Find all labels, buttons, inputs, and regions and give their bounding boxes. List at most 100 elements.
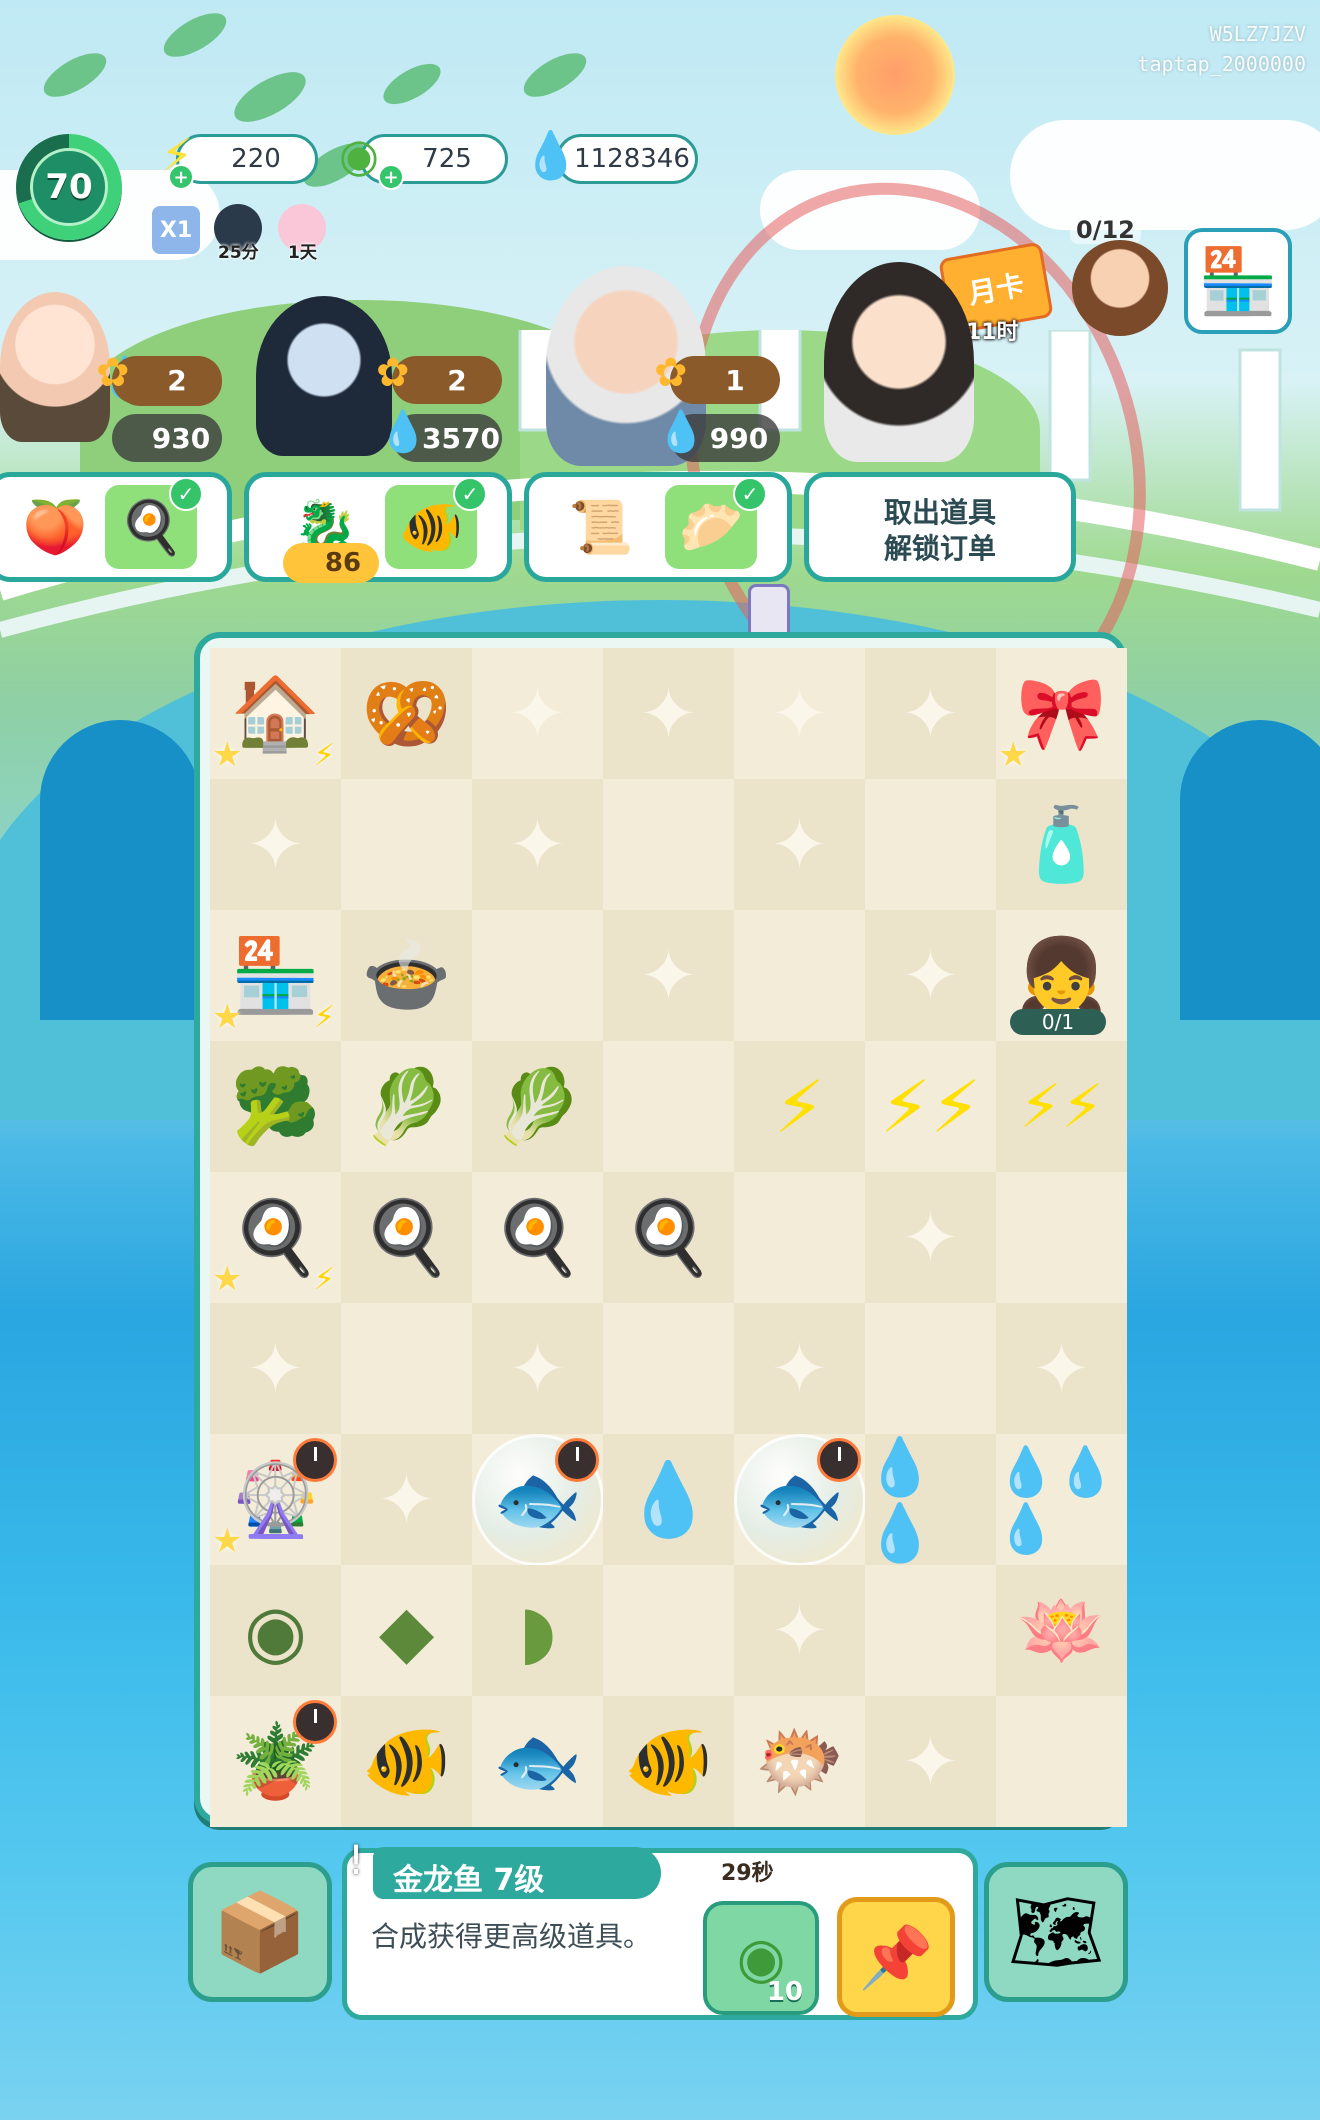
board-cell[interactable]: 🎀 ★ [996, 648, 1127, 779]
board-cell-empty[interactable] [472, 1303, 603, 1434]
energy-item-1[interactable]: ⚡ [774, 1065, 825, 1149]
board-cell-empty[interactable] [865, 1303, 996, 1434]
board-cell[interactable]: 🐟 [733, 1433, 866, 1566]
board-cell[interactable]: 🪷 [996, 1565, 1127, 1696]
board-cell[interactable]: 🍳 [341, 1172, 472, 1303]
order-card-3[interactable]: 📜 🥟 ✓ [524, 472, 792, 582]
skillet-item[interactable]: 🍳 [493, 1195, 583, 1280]
board-cell-empty[interactable] [341, 1434, 472, 1565]
order-card-2[interactable]: 🐉 🐠 ✓ 86 [244, 472, 512, 583]
board-cell[interactable]: 🏪 ★ ⚡ [210, 910, 341, 1041]
board-cell-empty[interactable] [603, 1565, 734, 1696]
board-cell-empty[interactable] [734, 648, 865, 779]
board-cell-empty[interactable] [996, 1696, 1127, 1827]
sauce-bottle-item[interactable]: 🧴 [1017, 802, 1107, 887]
board-cell-empty[interactable] [341, 1303, 472, 1434]
ribbon-generator[interactable]: 🎀 [1017, 671, 1107, 756]
board-cell-empty[interactable] [472, 779, 603, 910]
grill-pan-item[interactable]: 🍳 [362, 1195, 452, 1280]
energy-item-2[interactable]: ⚡⚡ [880, 1065, 981, 1149]
board-cell[interactable]: 🍲 [341, 910, 472, 1041]
board-cell-empty[interactable] [734, 1172, 865, 1303]
board-cell-empty[interactable] [865, 1172, 996, 1303]
board-cell[interactable]: 🍳 [472, 1172, 603, 1303]
food-stall-generator[interactable]: 🏪 [231, 933, 321, 1018]
goldfish-item[interactable]: 🐠 [624, 1719, 714, 1804]
order-card-1[interactable]: 🍑 🍳 ✓ [0, 472, 232, 582]
customer-glasses-boy[interactable] [824, 262, 974, 462]
pretzel-item[interactable]: 🥨 [362, 671, 452, 756]
board-cell-empty[interactable] [341, 779, 472, 910]
board-cell[interactable]: 🐟 [471, 1433, 604, 1566]
npc-girl-item[interactable]: 👧 [1017, 933, 1107, 1018]
board-cell[interactable]: 🐟 [472, 1696, 603, 1827]
board-cell[interactable]: ◉ [210, 1565, 341, 1696]
npc-girl-avatar[interactable] [1072, 240, 1168, 336]
mushroom-plate-item[interactable]: 🍲 [362, 933, 452, 1018]
yellow-fish-item[interactable]: 🐡 [755, 1719, 845, 1804]
board-cell[interactable]: 🪴 [210, 1696, 341, 1827]
add-energy-icon[interactable]: + [168, 164, 194, 190]
board-cell[interactable]: 🐠 [341, 1696, 472, 1827]
board-cell[interactable]: 💧 [603, 1434, 734, 1565]
cauliflower-item[interactable]: 🥦 [231, 1064, 321, 1149]
board-cell[interactable]: 🍳 [603, 1172, 734, 1303]
board-cell-empty[interactable] [603, 1303, 734, 1434]
board-cell[interactable]: ⚡⚡ [865, 1041, 996, 1172]
board-cell[interactable]: ⚡⚡ [996, 1041, 1127, 1172]
board-cell-empty[interactable] [472, 648, 603, 779]
unlock-order-card[interactable]: 取出道具 解锁订单 [804, 472, 1076, 582]
shop-button[interactable]: 🏪 [1184, 228, 1292, 334]
board-cell[interactable]: 👧 0/1 [996, 910, 1127, 1041]
board-cell-empty[interactable] [603, 910, 734, 1041]
board-cell-empty[interactable] [996, 1303, 1127, 1434]
board-cell[interactable]: 🥦 [210, 1041, 341, 1172]
board-cell[interactable]: 💧💧💧 [996, 1434, 1127, 1565]
board-cell[interactable]: ◗ [472, 1565, 603, 1696]
board-cell-empty[interactable] [865, 648, 996, 779]
board-cell-empty[interactable] [865, 1565, 996, 1696]
board-cell-empty[interactable] [603, 648, 734, 779]
jade-fragment-item[interactable]: ◗ [519, 1589, 557, 1673]
small-pan-item[interactable]: 🍳 [624, 1195, 714, 1280]
lotus-item[interactable]: 🪷 [1017, 1588, 1107, 1673]
board-cell[interactable]: 🥨 [341, 648, 472, 779]
jade-disc-item[interactable]: ◉ [244, 1589, 307, 1673]
board-cell[interactable]: ◆ [341, 1565, 472, 1696]
board-cell[interactable]: 🎡 ★ [210, 1434, 341, 1565]
board-cell-empty[interactable] [734, 910, 865, 1041]
board-cell-empty[interactable] [210, 1303, 341, 1434]
board-cell[interactable]: 🍳 ★ ⚡ [210, 1172, 341, 1303]
board-cell[interactable]: 🐡 [734, 1696, 865, 1827]
order-2-cost-chip[interactable]: 86 [283, 543, 379, 583]
blue-flame-pile-item[interactable]: 💧💧💧 [996, 1443, 1127, 1557]
energy-item-3[interactable]: ⚡⚡ [1019, 1072, 1103, 1142]
map-button[interactable]: 🗺 [984, 1862, 1128, 2002]
add-coin-icon[interactable]: + [378, 164, 404, 190]
player-level-badge[interactable]: 70 [16, 134, 122, 240]
board-cell-empty[interactable] [734, 1303, 865, 1434]
board-cell-empty[interactable] [210, 779, 341, 910]
kitchen-generator[interactable]: 🍳 [231, 1195, 321, 1280]
board-cell-empty[interactable] [865, 779, 996, 910]
pin-button[interactable]: 📌 [837, 1897, 955, 2017]
customer-ghost-girl[interactable] [256, 296, 392, 456]
board-cell[interactable]: 🥬 [341, 1041, 472, 1172]
jade-piece-item[interactable]: ◆ [379, 1589, 434, 1673]
board-cell-empty[interactable] [865, 910, 996, 1041]
board-cell[interactable]: 🧴 [996, 779, 1127, 910]
inventory-box-button[interactable]: 📦 [188, 1862, 332, 2002]
board-cell-empty[interactable] [996, 1172, 1127, 1303]
board-cell-empty[interactable] [472, 910, 603, 1041]
sell-button[interactable]: ◉ 10 [703, 1901, 819, 2015]
lettuce-item[interactable]: 🥬 [493, 1064, 583, 1149]
bok-choy-item[interactable]: 🥬 [362, 1064, 452, 1149]
board-cell-empty[interactable] [865, 1696, 996, 1827]
golden-arowana-item[interactable]: 🐟 [493, 1719, 583, 1804]
board-cell-empty[interactable] [603, 779, 734, 910]
customer-child[interactable] [0, 292, 110, 442]
wood-cabin-generator[interactable]: 🏠 [231, 671, 321, 756]
board-cell-empty[interactable] [603, 1041, 734, 1172]
board-cell[interactable]: 🐠 [603, 1696, 734, 1827]
board-cell[interactable]: 💧💧 [865, 1434, 996, 1566]
